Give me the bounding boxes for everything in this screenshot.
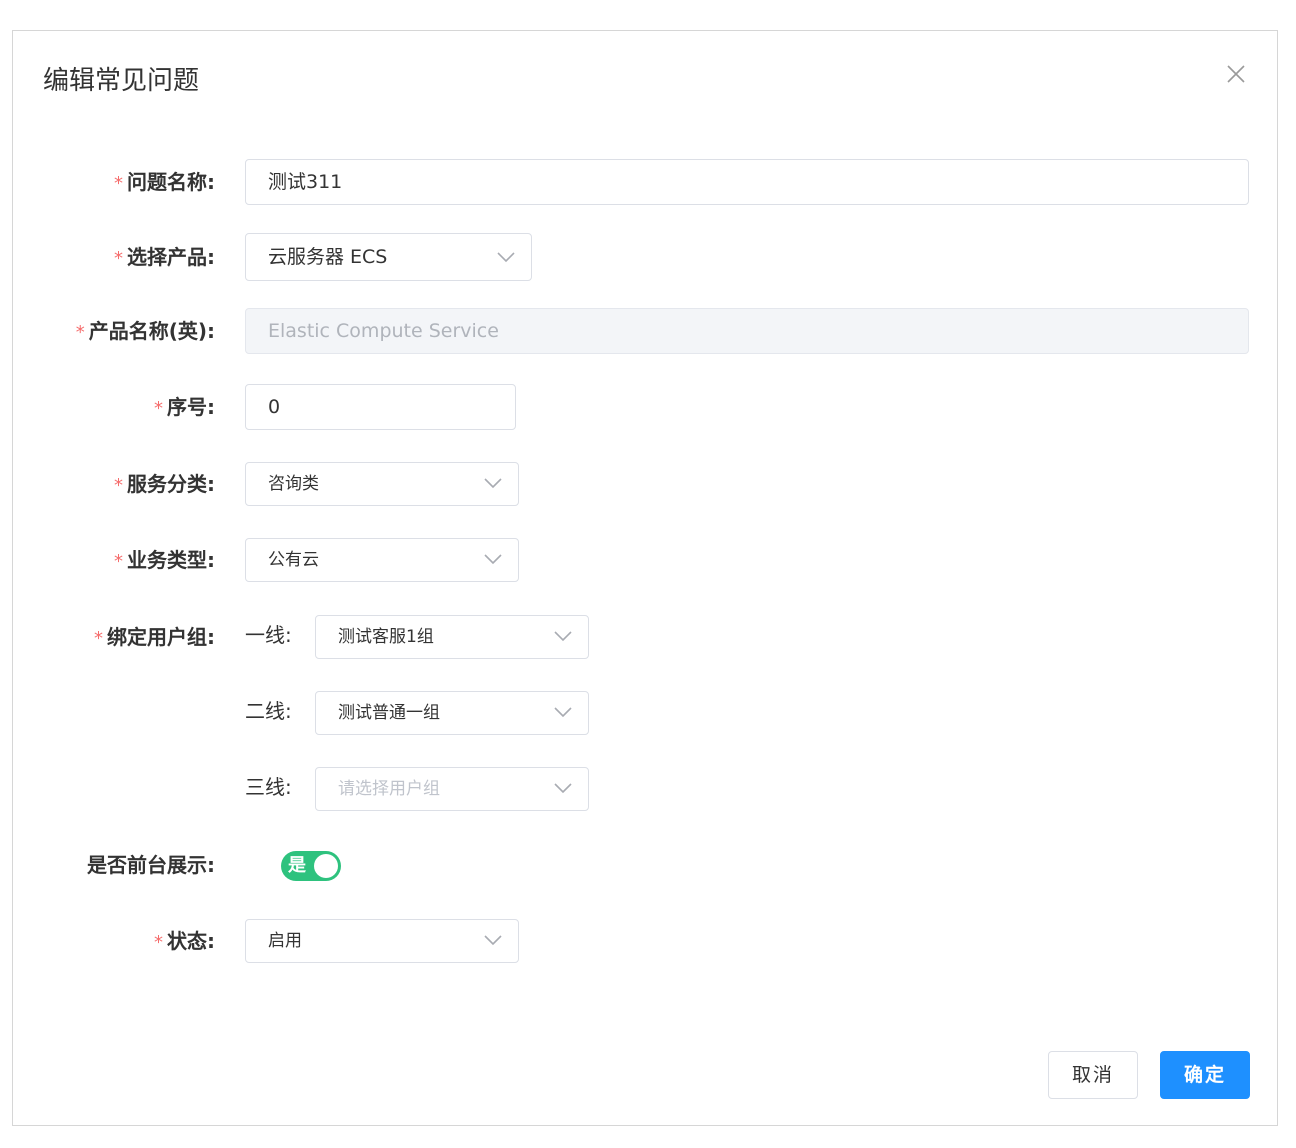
- order-label: * 序号:: [154, 395, 215, 419]
- status-select[interactable]: 启用: [245, 919, 519, 963]
- order-row: * 序号: 0: [13, 383, 1277, 431]
- user-group-label: * 绑定用户组:: [94, 625, 215, 649]
- show-front-label: 是否前台展示:: [87, 853, 215, 877]
- business-type-select[interactable]: 公有云: [245, 538, 519, 582]
- business-type-row: * 业务类型: 公有云: [13, 536, 1277, 584]
- switch-knob: [314, 854, 338, 878]
- product-en-row: * 产品名称(英): Elastic Compute Service: [13, 307, 1277, 355]
- order-input[interactable]: 0: [245, 384, 516, 430]
- chevron-down-icon: [554, 706, 572, 718]
- line1-select[interactable]: 测试客服1组: [315, 615, 589, 659]
- confirm-button[interactable]: 确定: [1160, 1051, 1250, 1099]
- close-icon[interactable]: [1225, 63, 1247, 85]
- chevron-down-icon: [554, 782, 572, 794]
- user-group-row: * 绑定用户组: 一线: 测试客服1组: [13, 613, 1277, 661]
- status-label: * 状态:: [154, 929, 215, 953]
- question-name-label: * 问题名称:: [114, 170, 215, 194]
- question-name-row: * 问题名称: 测试311: [13, 158, 1277, 206]
- line2-label: 二线:: [245, 699, 292, 723]
- service-category-select[interactable]: 咨询类: [245, 462, 519, 506]
- dialog-title: 编辑常见问题: [43, 66, 200, 96]
- chevron-down-icon: [554, 630, 572, 642]
- line3-select[interactable]: 请选择用户组: [315, 767, 589, 811]
- cancel-button[interactable]: 取消: [1048, 1051, 1138, 1099]
- product-label: * 选择产品:: [114, 245, 215, 269]
- chevron-down-icon: [497, 251, 515, 263]
- service-category-label: * 服务分类:: [114, 472, 215, 496]
- question-name-input[interactable]: 测试311: [245, 159, 1249, 205]
- line3-label: 三线:: [245, 775, 292, 799]
- line1-label: 一线:: [245, 623, 292, 647]
- product-row: * 选择产品: 云服务器 ECS: [13, 233, 1277, 281]
- chevron-down-icon: [484, 477, 502, 489]
- line2-row: 二线: 测试普通一组: [13, 689, 1277, 737]
- chevron-down-icon: [484, 553, 502, 565]
- line3-row: 三线: 请选择用户组: [13, 765, 1277, 813]
- chevron-down-icon: [484, 934, 502, 946]
- product-en-input: Elastic Compute Service: [245, 308, 1249, 354]
- product-en-label: * 产品名称(英):: [75, 319, 215, 343]
- line2-select[interactable]: 测试普通一组: [315, 691, 589, 735]
- business-type-label: * 业务类型:: [114, 548, 215, 572]
- show-front-switch[interactable]: 是: [281, 851, 341, 881]
- switch-text: 是: [288, 855, 306, 876]
- product-select[interactable]: 云服务器 ECS: [245, 233, 532, 281]
- status-row: * 状态: 启用: [13, 917, 1277, 965]
- show-front-row: 是否前台展示: 是: [13, 841, 1277, 889]
- edit-faq-dialog: 编辑常见问题 * 问题名称: 测试311 * 选择产品: 云服务器 ECS * 产品名…: [12, 30, 1278, 1126]
- service-category-row: * 服务分类: 咨询类: [13, 460, 1277, 508]
